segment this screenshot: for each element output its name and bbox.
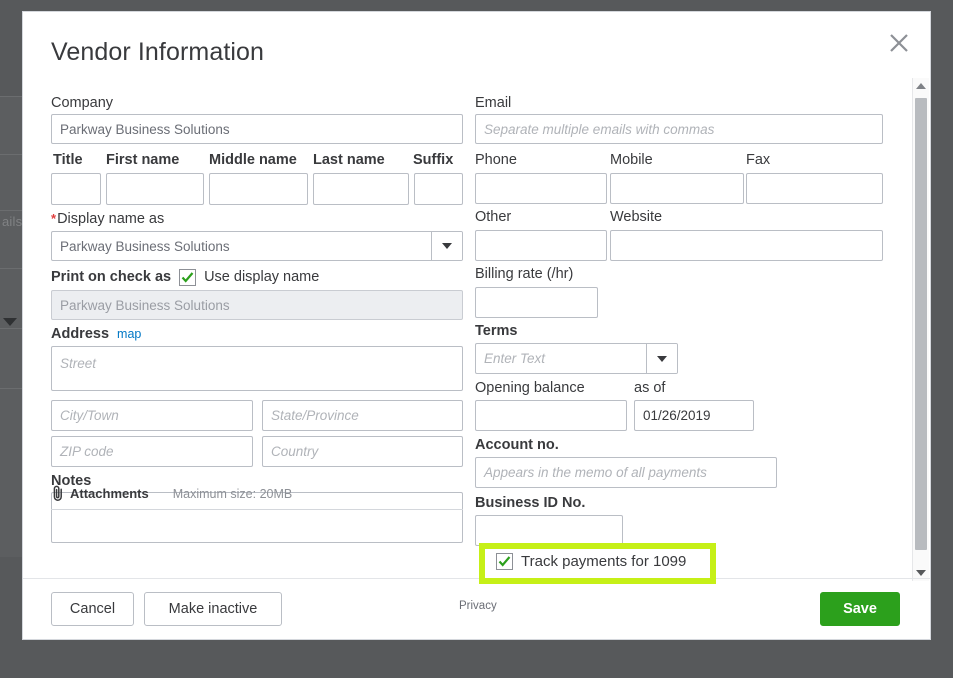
suffix-input[interactable] [414, 173, 463, 205]
fax-input[interactable] [746, 173, 883, 204]
country-input[interactable]: Country [262, 436, 463, 467]
last-name-input[interactable] [313, 173, 409, 205]
mobile-input[interactable] [610, 173, 744, 204]
modal-footer: Cancel Make inactive Privacy Save [23, 578, 930, 639]
map-link[interactable]: map [117, 327, 141, 341]
address-label: Address [51, 326, 110, 342]
other-input[interactable] [475, 230, 607, 261]
billing-rate-label: Billing rate (/hr) [475, 266, 574, 282]
display-name-label: Display name as [57, 211, 165, 227]
address-label-group: Address map [51, 327, 141, 342]
suffix-label: Suffix [413, 152, 454, 168]
required-marker: * [51, 211, 57, 226]
display-name-combobox[interactable]: Parkway Business Solutions [51, 231, 463, 261]
account-no-label: Account no. [475, 437, 559, 453]
paperclip-icon[interactable] [51, 485, 65, 502]
state-input[interactable]: State/Province [262, 400, 463, 431]
first-name-input[interactable] [106, 173, 204, 205]
close-icon[interactable] [882, 26, 916, 60]
terms-label: Terms [475, 323, 518, 339]
street-input[interactable]: Street [51, 346, 463, 391]
email-label: Email [475, 95, 512, 111]
cancel-button[interactable]: Cancel [51, 592, 134, 626]
background-chevron-down-icon [3, 318, 17, 326]
print-on-check-input: Parkway Business Solutions [51, 290, 463, 320]
title-input[interactable] [51, 173, 101, 205]
display-name-label-group: * Display name as [51, 212, 164, 227]
attachments-label[interactable]: Attachments [70, 486, 149, 501]
save-button[interactable]: Save [820, 592, 900, 626]
account-no-input[interactable]: Appears in the memo of all payments [475, 457, 777, 488]
use-display-name-label: Use display name [204, 269, 320, 286]
opening-balance-input[interactable] [475, 400, 627, 431]
chevron-up-icon[interactable] [913, 78, 929, 94]
print-on-check-label: Print on check as [51, 269, 172, 286]
chevron-down-icon[interactable] [431, 232, 462, 260]
zip-input[interactable]: ZIP code [51, 436, 253, 467]
print-on-check-group: Print on check as Use display name [51, 269, 319, 286]
terms-value: Enter Text [484, 351, 546, 366]
email-input[interactable]: Separate multiple emails with commas [475, 114, 883, 144]
mobile-label: Mobile [610, 152, 653, 168]
fax-label: Fax [746, 152, 771, 168]
as-of-date-input[interactable]: 01/26/2019 [634, 400, 754, 431]
website-label: Website [610, 209, 663, 225]
vendor-information-modal: Vendor Information Company Parkway Busin… [22, 11, 931, 640]
terms-combobox[interactable]: Enter Text [475, 343, 678, 374]
attachments-max-size: Maximum size: 20MB [172, 486, 293, 501]
as-of-label: as of [634, 380, 666, 396]
background-partial-text: ails [2, 214, 23, 229]
billing-rate-input[interactable] [475, 287, 598, 318]
track-1099-label: Track payments for 1099 [521, 553, 687, 570]
last-name-label: Last name [313, 152, 385, 168]
display-name-value: Parkway Business Solutions [60, 238, 230, 254]
track-1099-row[interactable]: Track payments for 1099 [496, 553, 687, 570]
middle-name-input[interactable] [209, 173, 308, 205]
middle-name-label: Middle name [209, 152, 297, 168]
attachments-row: Attachments Maximum size: 20MB [51, 485, 463, 510]
make-inactive-button[interactable]: Make inactive [144, 592, 282, 626]
phone-label: Phone [475, 152, 517, 168]
form-scrollbar[interactable] [912, 78, 929, 581]
chevron-down-icon[interactable] [646, 344, 677, 373]
business-id-input[interactable] [475, 515, 623, 546]
privacy-link[interactable]: Privacy [459, 600, 497, 612]
city-input[interactable]: City/Town [51, 400, 253, 431]
use-display-name-checkbox[interactable] [179, 269, 197, 286]
phone-input[interactable] [475, 173, 607, 204]
other-label: Other [475, 209, 512, 225]
business-id-label: Business ID No. [475, 495, 586, 511]
first-name-label: First name [106, 152, 180, 168]
opening-balance-label: Opening balance [475, 380, 585, 396]
page-title: Vendor Information [51, 38, 265, 66]
title-label: Title [53, 152, 83, 168]
company-input[interactable]: Parkway Business Solutions [51, 114, 463, 144]
track-1099-checkbox[interactable] [496, 553, 513, 570]
website-input[interactable] [610, 230, 883, 261]
company-label: Company [51, 95, 114, 111]
scrollbar-thumb[interactable] [915, 98, 927, 550]
